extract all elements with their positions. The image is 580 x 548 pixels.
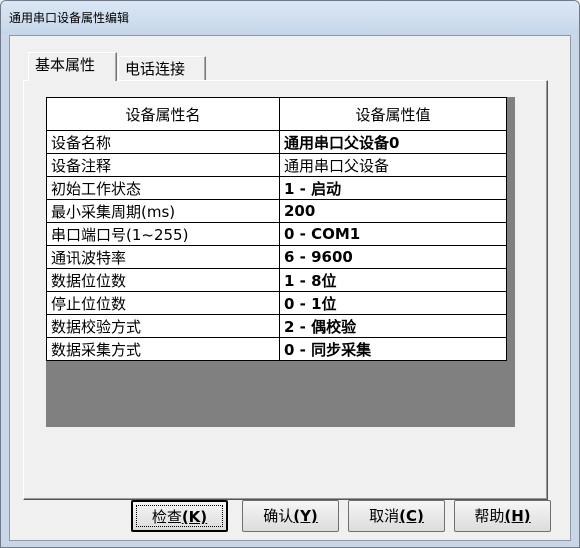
button-mnemonic: (H)	[504, 507, 531, 525]
property-value[interactable]: 1 - 启动	[279, 176, 507, 200]
property-name: 通讯波特率	[46, 245, 280, 269]
button-mnemonic: (C)	[399, 507, 424, 525]
property-name: 设备注释	[46, 153, 280, 177]
property-value[interactable]: 200	[279, 199, 507, 223]
title-bar[interactable]: 通用串口设备属性编辑	[1, 1, 579, 35]
table-row[interactable]: 数据采集方式 0 - 同步采集	[46, 337, 507, 361]
property-name: 停止位位数	[46, 291, 280, 315]
button-label: 检查	[151, 508, 182, 526]
table-row[interactable]: 设备名称 通用串口父设备0	[46, 130, 507, 154]
dialog-window: 通用串口设备属性编辑 基本属性 电话连接 设备属性名 设备属性值 设备名称 通用串	[0, 0, 580, 548]
table-row[interactable]: 数据位位数 1 - 8位	[46, 268, 507, 292]
table-row[interactable]: 通讯波特率 6 - 9600	[46, 245, 507, 269]
table-row[interactable]: 设备注释 通用串口父设备	[46, 153, 507, 177]
column-header-value: 设备属性值	[279, 97, 507, 131]
table-row[interactable]: 串口端口号(1~255) 0 - COM1	[46, 222, 507, 246]
property-name: 串口端口号(1~255)	[46, 222, 280, 246]
property-name: 数据采集方式	[46, 337, 280, 361]
help-button[interactable]: 帮助(H)	[454, 500, 551, 532]
ok-button[interactable]: 确认(Y)	[242, 500, 339, 532]
window-title: 通用串口设备属性编辑	[9, 11, 130, 25]
property-value[interactable]: 通用串口父设备	[279, 153, 507, 177]
button-label: 取消	[369, 507, 400, 525]
tab-panel: 设备属性名 设备属性值 设备名称 通用串口父设备0 设备注释 通用串口父设备 初始工…	[23, 80, 548, 500]
property-table: 设备属性名 设备属性值 设备名称 通用串口父设备0 设备注释 通用串口父设备 初始工…	[46, 97, 507, 361]
cancel-button[interactable]: 取消(C)	[348, 500, 445, 532]
button-label: 帮助	[474, 507, 505, 525]
property-value[interactable]: 0 - COM1	[279, 222, 507, 246]
tab-phone-connection[interactable]: 电话连接	[118, 56, 206, 81]
property-name: 初始工作状态	[46, 176, 280, 200]
column-header-name: 设备属性名	[46, 97, 280, 131]
property-value[interactable]: 通用串口父设备0	[279, 130, 507, 154]
button-mnemonic: (Y)	[293, 507, 318, 525]
dialog-client-area: 基本属性 电话连接 设备属性名 设备属性值 设备名称 通用串口父设备0 设备注释通…	[9, 35, 571, 541]
table-row[interactable]: 最小采集周期(ms) 200	[46, 199, 507, 223]
property-name: 设备名称	[46, 130, 280, 154]
property-grid: 设备属性名 设备属性值 设备名称 通用串口父设备0 设备注释 通用串口父设备 初始工…	[46, 97, 515, 427]
table-row[interactable]: 停止位位数 0 - 1位	[46, 291, 507, 315]
property-value[interactable]: 1 - 8位	[279, 268, 507, 292]
tab-basic-properties[interactable]: 基本属性	[28, 52, 117, 81]
property-name: 最小采集周期(ms)	[46, 199, 280, 223]
button-mnemonic: (K)	[181, 508, 208, 526]
check-button[interactable]: 检查(K)	[131, 500, 228, 532]
property-value[interactable]: 2 - 偶校验	[279, 314, 507, 338]
table-row[interactable]: 数据校验方式 2 - 偶校验	[46, 314, 507, 338]
button-label: 确认	[263, 507, 294, 525]
table-row[interactable]: 初始工作状态 1 - 启动	[46, 176, 507, 200]
property-value[interactable]: 6 - 9600	[279, 245, 507, 269]
property-value[interactable]: 0 - 1位	[279, 291, 507, 315]
property-name: 数据校验方式	[46, 314, 280, 338]
property-value[interactable]: 0 - 同步采集	[279, 337, 507, 361]
tab-label: 基本属性	[35, 56, 96, 74]
table-header-row: 设备属性名 设备属性值	[46, 97, 507, 131]
tab-label: 电话连接	[125, 60, 186, 78]
property-name: 数据位位数	[46, 268, 280, 292]
